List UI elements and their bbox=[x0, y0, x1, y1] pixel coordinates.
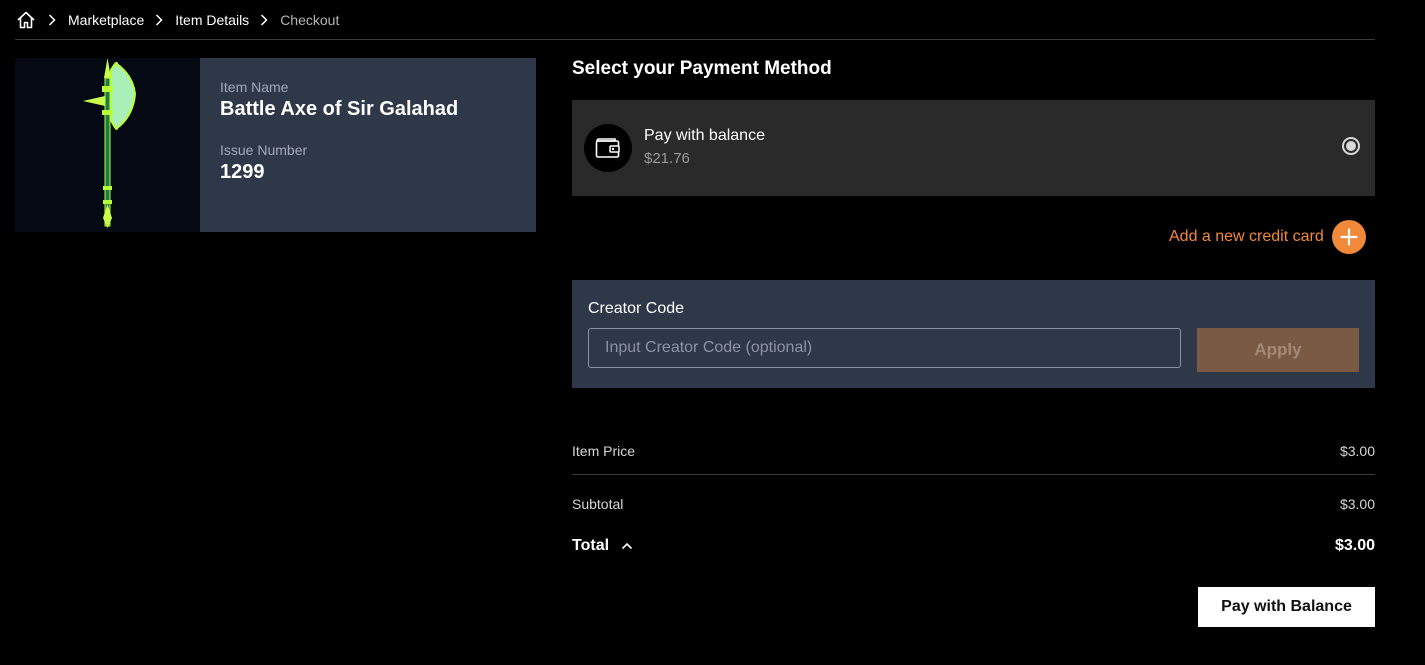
breadcrumb-item-details[interactable]: Item Details bbox=[175, 12, 249, 28]
summary-divider bbox=[572, 474, 1375, 475]
checkout-page: Marketplace Item Details Checkout Item N… bbox=[0, 0, 1425, 665]
battle-axe-icon bbox=[73, 57, 143, 233]
creator-code-input[interactable] bbox=[588, 328, 1181, 368]
add-credit-card-button[interactable]: Add a new credit card bbox=[1169, 220, 1366, 254]
creator-code-panel: Creator Code Apply bbox=[572, 280, 1375, 388]
total-row: Total $3.00 bbox=[572, 537, 1375, 555]
chevron-up-icon[interactable] bbox=[621, 542, 633, 550]
plus-icon[interactable] bbox=[1331, 220, 1366, 254]
breadcrumb-checkout: Checkout bbox=[280, 12, 340, 28]
wallet-icon bbox=[584, 124, 632, 172]
item-card: Item Name Battle Axe of Sir Galahad Issu… bbox=[15, 57, 536, 233]
pay-with-balance-option[interactable]: Pay with balance $21.76 bbox=[572, 100, 1375, 196]
item-image bbox=[15, 57, 200, 233]
issue-number-label: Issue Number bbox=[220, 142, 308, 158]
total-value: $3.00 bbox=[1334, 537, 1375, 554]
chevron-right-icon bbox=[155, 14, 165, 26]
subtotal-value: $3.00 bbox=[1339, 496, 1375, 512]
add-credit-card-label: Add a new credit card bbox=[1169, 228, 1324, 245]
subtotal-row: Subtotal $3.00 bbox=[572, 496, 1375, 512]
item-price-value: $3.00 bbox=[1339, 443, 1375, 459]
issue-number: 1299 bbox=[220, 161, 265, 183]
creator-code-label: Creator Code bbox=[588, 300, 685, 317]
pay-with-balance-label: Pay with balance bbox=[644, 127, 765, 144]
item-price-row: Item Price $3.00 bbox=[572, 443, 1375, 459]
header-divider bbox=[15, 39, 1375, 40]
payment-method-title: Select your Payment Method bbox=[572, 58, 832, 79]
chevron-right-icon bbox=[48, 14, 58, 26]
balance-amount: $21.76 bbox=[644, 150, 690, 167]
item-info: Item Name Battle Axe of Sir Galahad Issu… bbox=[200, 58, 458, 232]
balance-radio[interactable] bbox=[1342, 137, 1360, 155]
total-label-group: Total bbox=[572, 537, 633, 555]
apply-button[interactable]: Apply bbox=[1197, 328, 1359, 372]
item-price-label: Item Price bbox=[572, 443, 636, 459]
total-label: Total bbox=[572, 537, 610, 554]
pay-with-balance-button[interactable]: Pay with Balance bbox=[1198, 587, 1375, 627]
item-name-label: Item Name bbox=[220, 79, 289, 95]
home-icon[interactable] bbox=[15, 9, 37, 31]
breadcrumb: Marketplace Item Details Checkout bbox=[15, 8, 339, 32]
item-name: Battle Axe of Sir Galahad bbox=[220, 98, 459, 120]
radio-selected-dot bbox=[1346, 141, 1356, 151]
subtotal-label: Subtotal bbox=[572, 496, 624, 512]
chevron-right-icon bbox=[260, 14, 270, 26]
breadcrumb-marketplace[interactable]: Marketplace bbox=[68, 12, 144, 28]
